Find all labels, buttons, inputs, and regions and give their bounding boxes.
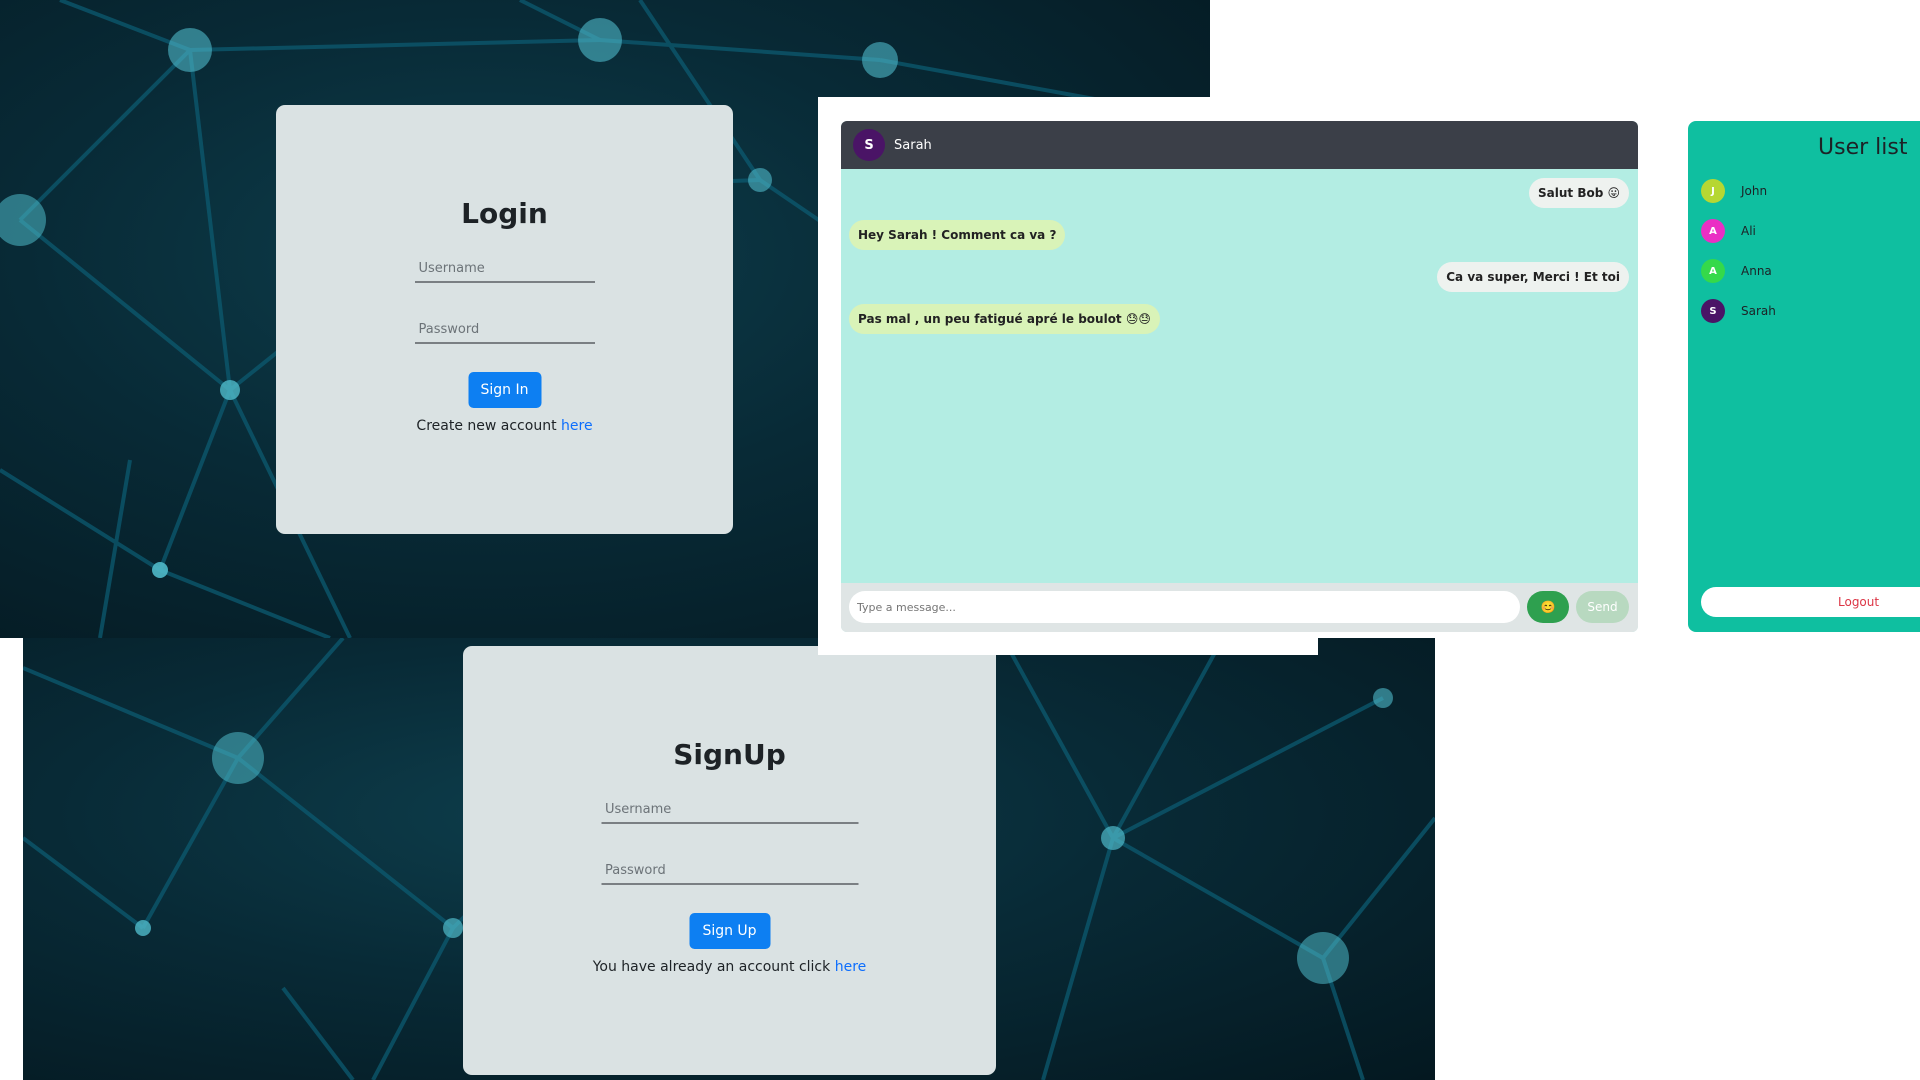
already-account-text: You have already an account click [592,959,831,975]
login-link[interactable]: here [835,959,867,975]
message-bubble: Ca va super, Merci ! Et toi [1437,262,1629,292]
signup-title: SignUp [673,738,786,771]
send-button[interactable]: Send [1576,591,1629,623]
user-avatar: S [1701,299,1725,323]
logout-button[interactable]: Logout [1701,587,1920,617]
contact-name: Sarah [894,137,932,153]
signup-username-input[interactable] [601,796,858,824]
user-name: Ali [1741,224,1756,238]
signup-card: SignUp Sign Up You have already an accou… [463,646,996,1075]
user-name: Sarah [1741,304,1776,318]
sign-up-button[interactable]: Sign Up [689,913,770,949]
signup-note: You have already an account click here [463,959,996,975]
user-avatar: A [1701,259,1725,283]
user-avatar: A [1701,219,1725,243]
create-account-text: Create new account [416,418,557,434]
create-account-link[interactable]: here [561,418,593,434]
user-initial: J [1711,185,1715,197]
login-title: Login [461,197,548,230]
message-bubble: Hey Sarah ! Comment ca va ? [849,220,1066,250]
user-item-john[interactable]: J John [1701,179,1767,203]
user-item-sarah[interactable]: S Sarah [1701,299,1776,323]
user-name: John [1741,184,1768,198]
contact-initial: S [864,137,874,153]
emoji-icon: 😊 [1540,600,1556,614]
user-initial: A [1709,265,1717,277]
login-card: Login Sign In Create new account here [276,105,733,534]
user-item-anna[interactable]: A Anna [1701,259,1772,283]
message-bubble: Salut Bob 😛 [1529,178,1629,208]
login-username-input[interactable] [414,255,595,283]
chat-header: S Sarah [841,121,1638,169]
emoji-button[interactable]: 😊 [1527,591,1569,623]
signup-password-input[interactable] [601,857,858,885]
login-password-input[interactable] [414,316,595,344]
user-list-title: User list [1818,135,1908,160]
chat-window: S Sarah Salut Bob 😛 Hey Sarah ! Comment … [841,121,1638,632]
contact-avatar: S [853,129,885,161]
user-item-ali[interactable]: A Ali [1701,219,1756,243]
user-initial: A [1709,225,1717,237]
user-initial: S [1709,305,1717,317]
sign-in-button[interactable]: Sign In [468,372,541,408]
message-bubble: Pas mal , un peu fatigué apré le boulot … [849,304,1160,334]
user-list-panel: User list J John A Ali A Anna S Sarah Lo… [1688,121,1920,632]
login-note: Create new account here [276,418,733,434]
user-name: Anna [1741,264,1772,278]
user-avatar: J [1701,179,1725,203]
message-input[interactable] [849,591,1520,623]
message-list: Salut Bob 😛 Hey Sarah ! Comment ca va ? … [841,169,1638,583]
chat-footer: 😊 Send [841,583,1638,632]
